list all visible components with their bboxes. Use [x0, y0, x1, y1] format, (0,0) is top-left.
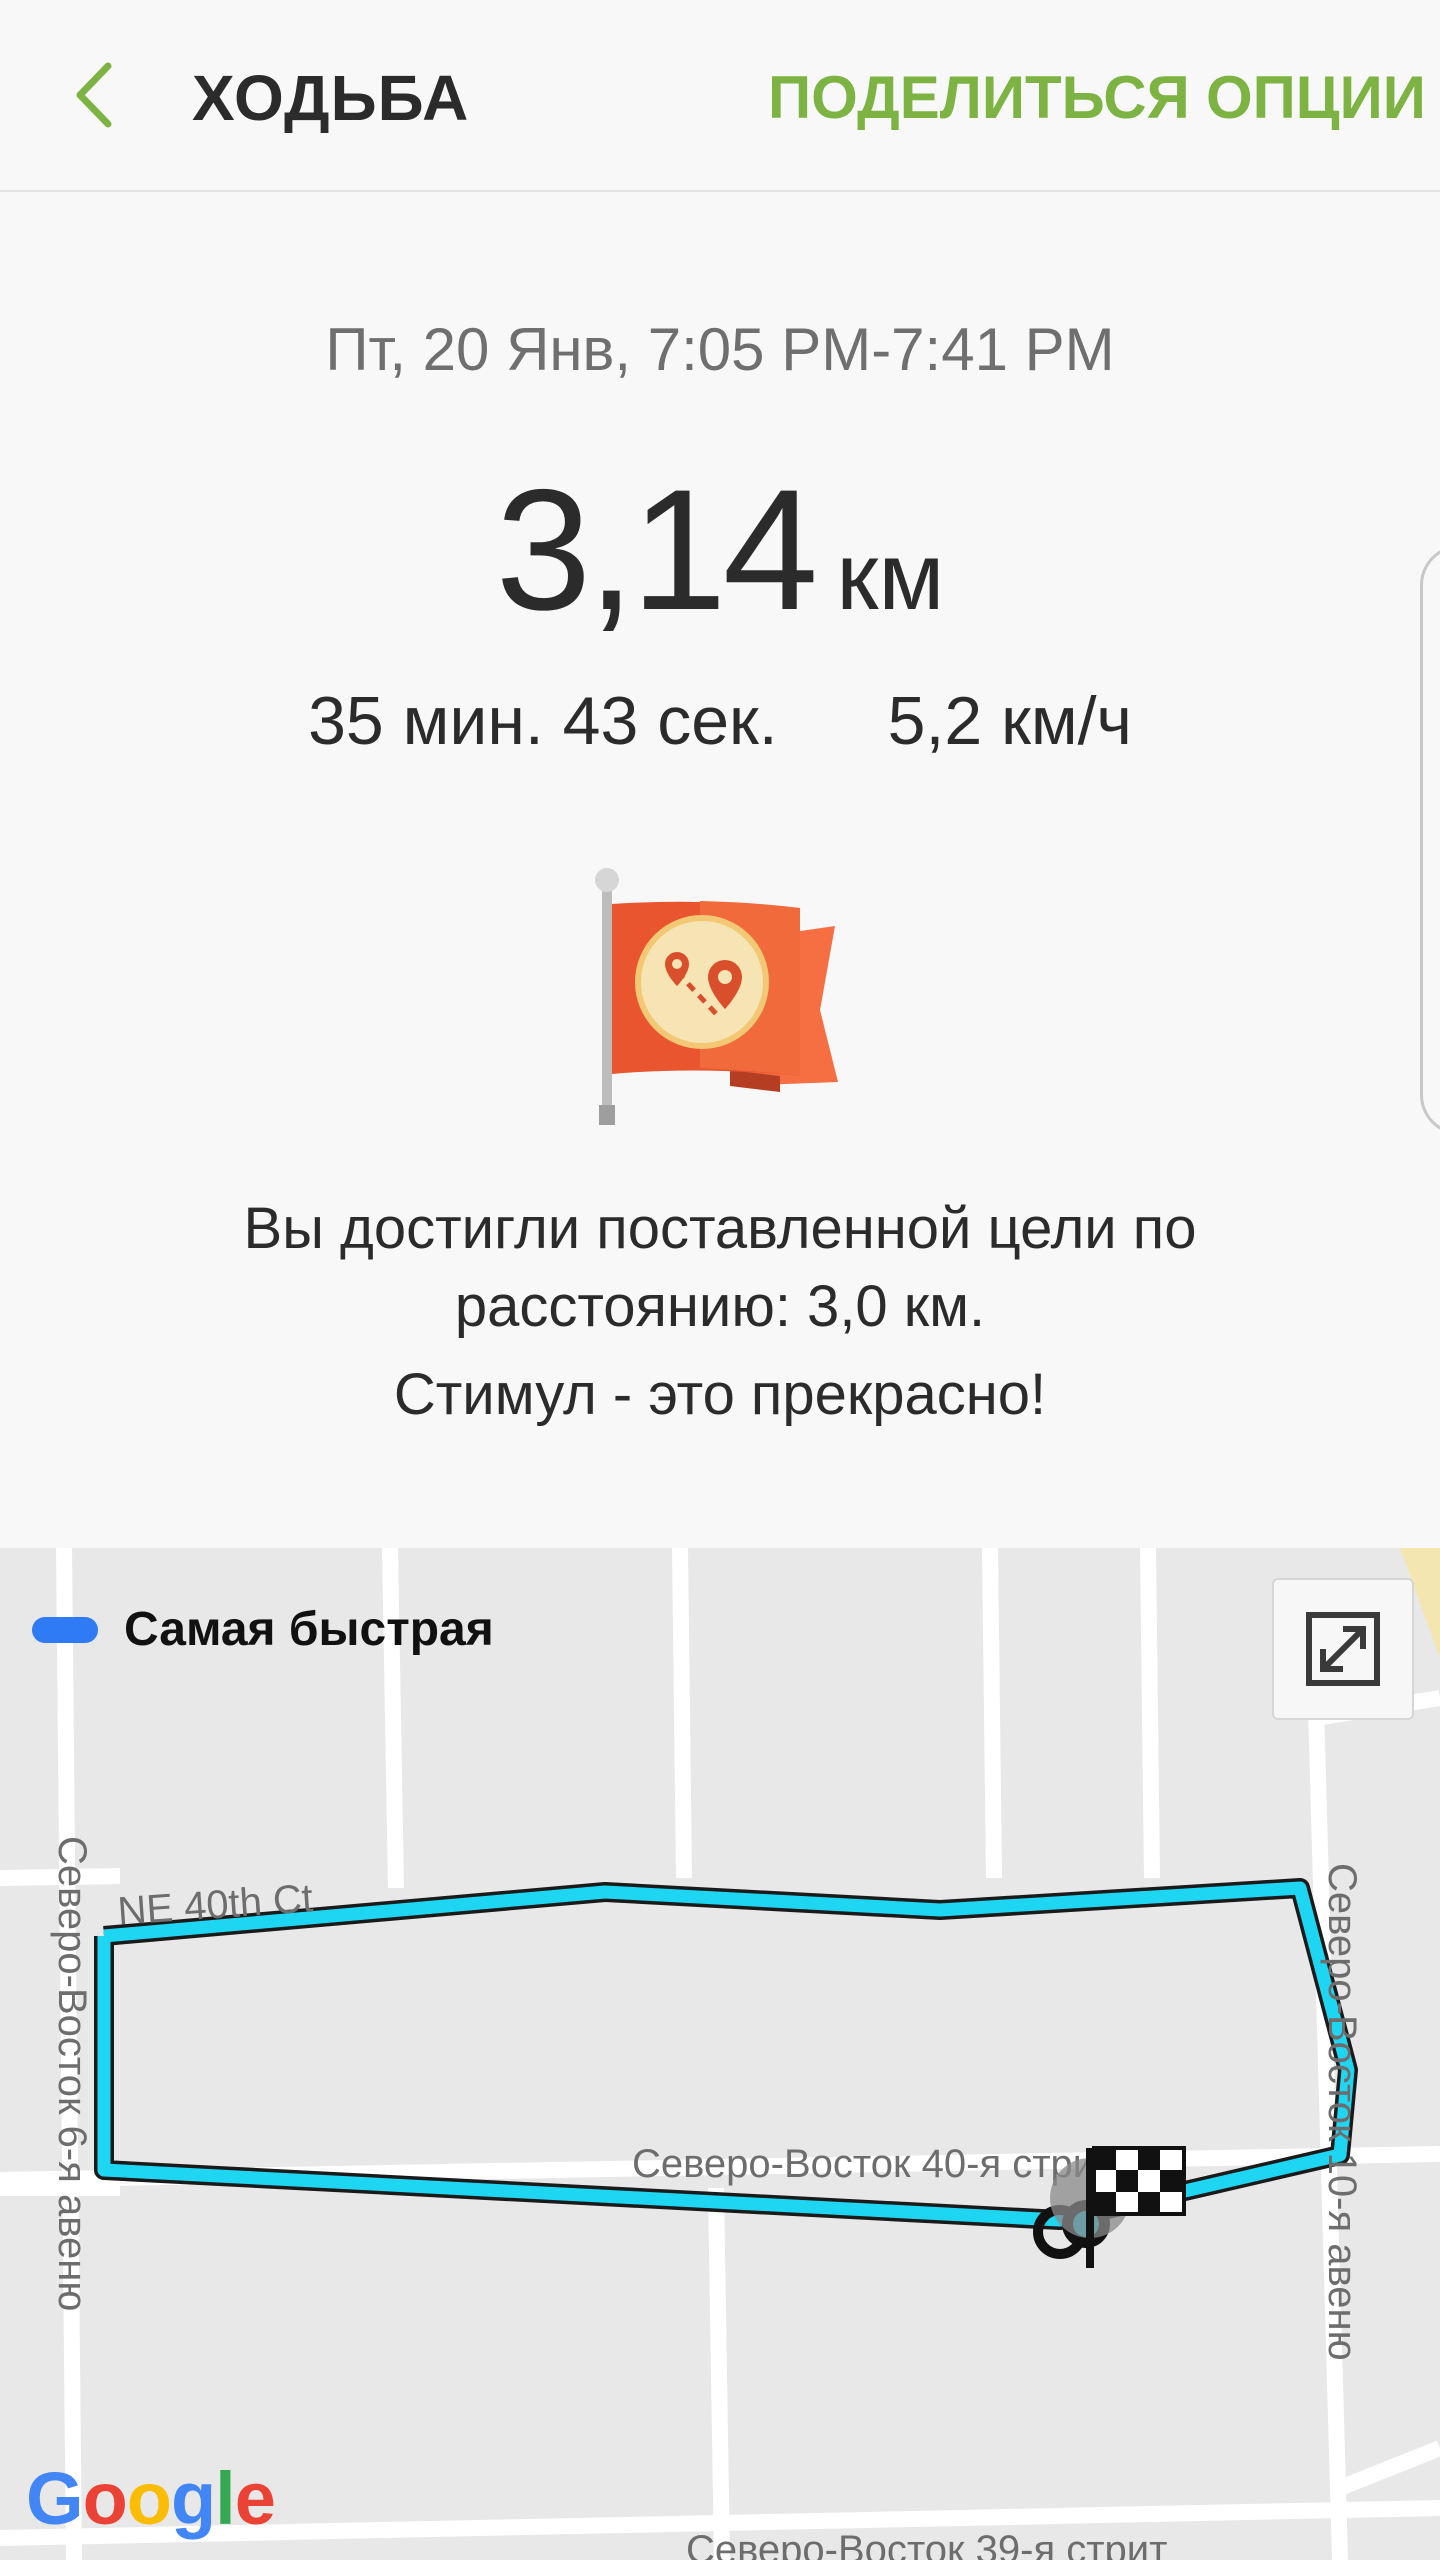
- page-title: ХОДЬБА: [192, 62, 470, 134]
- route-map[interactable]: Самая быстрая NE 40th Ct Северо-Восток 4…: [0, 1548, 1440, 2560]
- distance-unit: км: [836, 523, 945, 630]
- activity-detail-screen: ХОДЬБА ПОДЕЛИТЬСЯ ОПЦИИ Пт, 20 Янв, 7:05…: [0, 0, 1440, 2560]
- expand-map-button[interactable]: [1272, 1578, 1414, 1720]
- checkered-flag-icon: [1050, 2146, 1186, 2268]
- distance-value: 3,14: [495, 454, 819, 646]
- street-label-ave6: Северо-Восток 6-я авеню: [50, 1836, 94, 2312]
- goal-message: Вы достигли поставленной цели по расстоя…: [243, 1196, 1197, 1339]
- app-bar: ХОДЬБА ПОДЕЛИТЬСЯ ОПЦИИ: [0, 0, 1440, 192]
- legend-label: Самая быстрая: [124, 1603, 494, 1656]
- google-logo: Google: [26, 2457, 276, 2540]
- legend-swatch: [32, 1617, 98, 1643]
- street-label-ne39: Северо-Восток 39-я стрит: [686, 2528, 1168, 2560]
- route-legend: Самая быстрая: [32, 1600, 494, 1660]
- share-button[interactable]: ПОДЕЛИТЬСЯ: [768, 58, 1190, 138]
- options-button[interactable]: ОПЦИИ: [1206, 58, 1426, 138]
- street-label-ave10: Северо-Восток 10-я авеню: [1320, 1863, 1364, 2361]
- speed-value: 5,2 км/ч: [887, 683, 1132, 759]
- chevron-left-icon: [76, 62, 112, 128]
- expand-icon: [1306, 1612, 1380, 1686]
- edge-panel-handle[interactable]: [1420, 545, 1440, 1135]
- stats-row: 35 мин. 43 сек. 5,2 км/ч: [0, 676, 1440, 766]
- goal-encouragement: Стимул - это прекрасно!: [393, 1362, 1047, 1427]
- duration-value: 35 мин. 43 сек.: [308, 683, 778, 759]
- distance-display: 3,14 км: [0, 460, 1440, 695]
- date-range: Пт, 20 Янв, 7:05 PM-7:41 PM: [325, 316, 1115, 383]
- goal-flag-map-icon: [595, 868, 838, 1125]
- back-button[interactable]: [50, 50, 140, 140]
- map-canvas: [0, 1548, 1440, 2560]
